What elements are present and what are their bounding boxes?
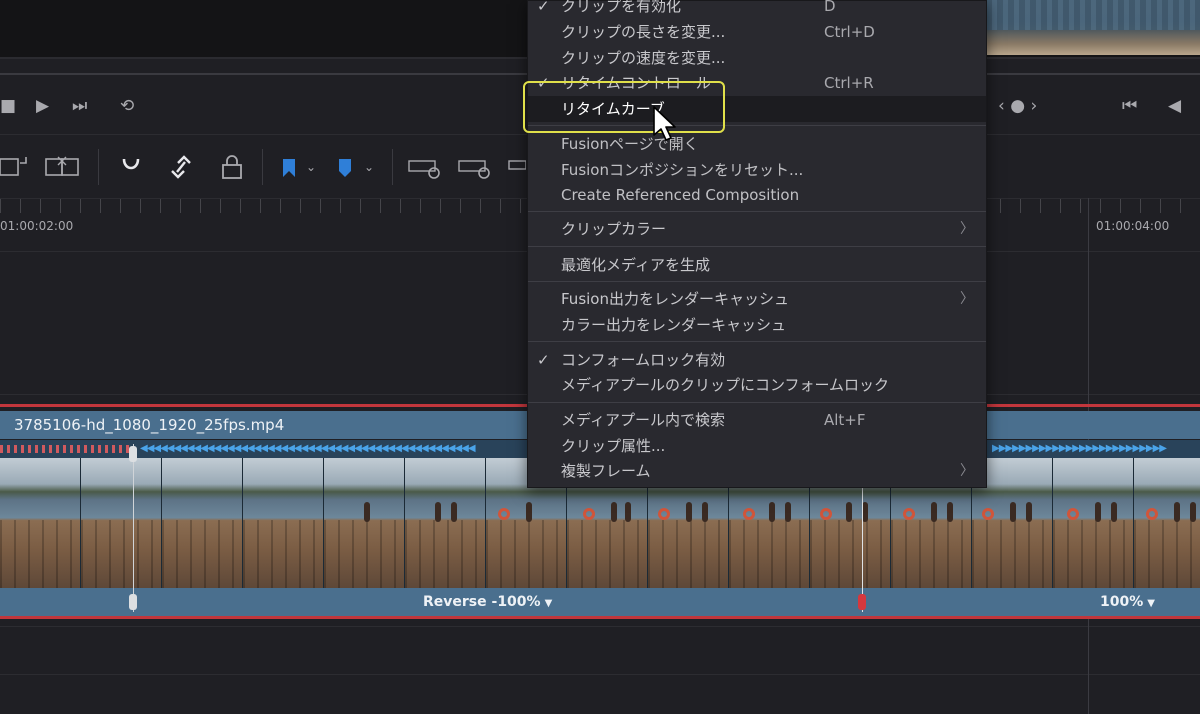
menu-separator — [528, 341, 986, 342]
toolbar-divider — [262, 149, 263, 185]
menu-item-render-cache-fusion-output[interactable]: Fusion出力をレンダーキャッシュ〉 — [528, 286, 986, 312]
menu-item-generate-optimized-media[interactable]: 最適化メディアを生成 — [528, 252, 986, 278]
menu-item-clip-attributes[interactable]: クリップ属性... — [528, 433, 986, 459]
link-icon[interactable] — [168, 153, 194, 181]
marker-icon[interactable] — [336, 153, 354, 181]
stop-icon[interactable]: ■ — [0, 96, 16, 116]
skip-back-icon[interactable]: ⏮ — [1122, 96, 1137, 116]
menu-separator — [528, 281, 986, 282]
menu-item-enable-clip[interactable]: ✓ クリップを有効化 D — [528, 0, 986, 19]
clip-frame — [243, 458, 324, 588]
menu-item-clip-color[interactable]: クリップカラー〉 — [528, 216, 986, 242]
viewer-preview-image — [986, 0, 1200, 55]
zoom-full-icon[interactable] — [408, 153, 444, 181]
forward-arrows: ▶▶▶▶▶▶▶▶▶▶▶▶▶▶▶▶▶▶▶▶▶▶▶▶▶▶ — [992, 443, 1167, 454]
play-icon[interactable]: ▶ — [36, 96, 49, 116]
menu-item-change-speed[interactable]: クリップの速度を変更... — [528, 45, 986, 71]
speed-point-handle-selected[interactable] — [858, 594, 866, 610]
snapping-icon[interactable] — [118, 153, 144, 181]
clip-frame — [0, 458, 81, 588]
menu-item-create-referenced-composition[interactable]: Create Referenced Composition — [528, 182, 986, 208]
chevron-down-icon[interactable]: ⌄ — [364, 153, 374, 181]
menu-separator — [528, 246, 986, 247]
forward-speed-dropdown[interactable]: 100% ▼ — [1100, 594, 1155, 610]
check-icon: ✓ — [537, 351, 550, 369]
chevron-down-icon[interactable]: ⌄ — [306, 153, 316, 181]
caret-down-icon: ▼ — [544, 598, 553, 609]
reverse-arrows: ◀◀◀◀◀◀◀◀◀◀◀◀◀◀◀◀◀◀◀◀◀◀◀◀◀◀◀◀◀◀◀◀◀◀◀◀◀◀◀◀… — [140, 443, 476, 454]
menu-item-change-duration[interactable]: クリップの長さを変更... Ctrl+D — [528, 19, 986, 45]
timecode-label: 01:00:02:00 — [0, 219, 74, 233]
chevron-right-icon: 〉 — [960, 463, 974, 479]
speed-point-handle-top[interactable] — [129, 446, 137, 462]
menu-item-open-in-fusion[interactable]: Fusionページで開く — [528, 131, 986, 157]
loop-icon[interactable]: ⟲ — [120, 96, 134, 116]
menu-item-conform-lock-enabled[interactable]: ✓ コンフォームロック有効 — [528, 347, 986, 373]
clip-frame — [1053, 458, 1134, 588]
clip-context-menu: ✓ クリップを有効化 D クリップの長さを変更... Ctrl+D クリップの速度を変… — [527, 0, 987, 488]
jog-control[interactable]: ‹ ● › — [998, 96, 1037, 116]
chevron-right-icon: 〉 — [960, 221, 974, 237]
menu-item-reset-fusion-composition[interactable]: Fusionコンポジションをリセット... — [528, 157, 986, 183]
caret-down-icon: ▼ — [1147, 598, 1155, 609]
highlight-callout — [523, 81, 725, 133]
clip-frame — [81, 458, 162, 588]
timecode-label: 01:00:04:00 — [1096, 219, 1170, 233]
toolbar-divider — [98, 149, 99, 185]
step-back-icon[interactable]: ◀ — [1168, 96, 1181, 116]
toolbar-divider — [392, 149, 393, 185]
track-divider — [0, 626, 1200, 627]
menu-separator — [528, 211, 986, 212]
check-icon: ✓ — [537, 0, 550, 15]
clip-speed-bar[interactable]: Reverse -100% ▼ 100% ▼ — [0, 588, 1200, 616]
track-divider — [0, 674, 1200, 675]
replace-clip-icon[interactable] — [44, 153, 82, 181]
speed-point-line — [133, 444, 134, 612]
reverse-segment-indicator — [0, 445, 130, 453]
clip-border — [0, 616, 1200, 619]
flag-icon[interactable] — [280, 153, 298, 181]
overwrite-clip-icon[interactable] — [0, 153, 28, 181]
clip-name: 3785106-hd_1080_1920_25fps.mp4 — [14, 416, 285, 434]
chevron-right-icon: 〉 — [960, 291, 974, 307]
mouse-cursor-icon — [653, 106, 676, 141]
clip-frame — [324, 458, 405, 588]
clip-frame — [405, 458, 486, 588]
menu-separator — [528, 402, 986, 403]
menu-item-render-cache-color-output[interactable]: カラー出力をレンダーキャッシュ — [528, 312, 986, 338]
menu-item-find-in-media-pool[interactable]: メディアプール内で検索 Alt+F — [528, 407, 986, 433]
reverse-speed-dropdown[interactable]: Reverse -100% ▼ — [423, 594, 552, 610]
zoom-custom-icon[interactable] — [508, 153, 526, 181]
clip-frame — [1134, 458, 1200, 588]
skip-forward-icon[interactable]: ⏭ — [72, 96, 87, 116]
menu-item-conform-lock-media-pool[interactable]: メディアプールのクリップにコンフォームロック — [528, 372, 986, 398]
zoom-detail-icon[interactable] — [458, 153, 494, 181]
clip-frame — [162, 458, 243, 588]
menu-item-duplicate-frames[interactable]: 複製フレーム〉 — [528, 458, 986, 484]
lock-icon[interactable] — [220, 153, 244, 181]
speed-point-handle[interactable] — [129, 594, 137, 610]
